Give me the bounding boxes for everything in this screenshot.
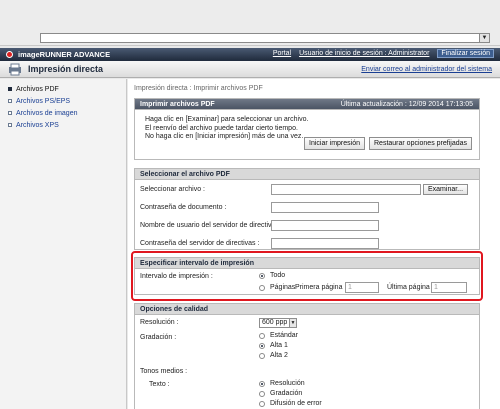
bullet-icon <box>8 87 12 91</box>
sidebar-item-label: Archivos de imagen <box>16 109 78 117</box>
resolution-label: Resolución : <box>140 319 179 326</box>
print-panel-title: Imprimir archivos PDF <box>140 101 215 108</box>
breadcrumb: Impresión directa : Imprimir archivos PD… <box>134 85 263 92</box>
doc-password-label: Contraseña de documento : <box>140 204 227 211</box>
doc-password-input[interactable] <box>271 202 379 213</box>
portal-link[interactable]: Portal <box>273 50 291 57</box>
sidebar: Archivos PDF Archivos PS/EPS Archivos de… <box>0 79 127 409</box>
sidebar-item-ps-eps[interactable]: Archivos PS/EPS <box>0 95 126 107</box>
gradation-high2-radio[interactable] <box>259 353 265 359</box>
select-file-header: Seleccionar el archivo PDF <box>135 169 479 180</box>
resolution-select[interactable]: 600 ppp ▼ <box>259 318 297 328</box>
header-links: Portal Usuario de inicio de sesión : Adm… <box>267 49 494 58</box>
gradation-high1-radio[interactable] <box>259 343 265 349</box>
brand-bar: imageRUNNER ADVANCE Portal Usuario de in… <box>0 48 500 61</box>
print-panel-header: Imprimir archivos PDF Última actualizaci… <box>135 99 479 110</box>
print-panel: Imprimir archivos PDF Última actualizaci… <box>134 98 480 160</box>
sidebar-item-pdf[interactable]: Archivos PDF <box>0 83 126 95</box>
select-file-panel: Seleccionar el archivo PDF Seleccionar a… <box>134 168 480 250</box>
text-resolution-radio[interactable] <box>259 381 265 387</box>
info-line: El reenvío del archivo puede tardar cier… <box>145 124 298 132</box>
text-gradation-radio[interactable] <box>259 391 265 397</box>
print-button-row: Iniciar impresión Restaurar opciones pre… <box>304 137 472 150</box>
file-path-input[interactable] <box>271 184 421 195</box>
sidebar-item-label: Archivos PDF <box>16 85 59 93</box>
quality-panel: Opciones de calidad Resolución : 600 ppp… <box>134 303 480 409</box>
gradation-high2-label: Alta 2 <box>270 352 288 359</box>
sidebar-item-xps[interactable]: Archivos XPS <box>0 119 126 131</box>
quality-header: Opciones de calidad <box>135 304 479 315</box>
gradation-standard-label: Estándar <box>270 332 299 339</box>
browse-button[interactable]: Examinar... <box>423 184 469 195</box>
main-content: Impresión directa : Imprimir archivos PD… <box>128 79 500 409</box>
gradation-label: Gradación : <box>140 334 177 341</box>
browser-toolbar: ▼ <box>0 0 500 46</box>
gradation-high1-label: Alta 1 <box>270 342 288 349</box>
resolution-value: 600 ppp <box>262 319 288 326</box>
policy-user-input[interactable] <box>271 220 379 231</box>
highlight-box <box>131 251 483 301</box>
text-resolution-label: Resolución <box>270 380 305 387</box>
start-print-button[interactable]: Iniciar impresión <box>304 137 365 150</box>
sidebar-item-label: Archivos PS/EPS <box>16 97 71 105</box>
policy-password-label: Contraseña del servidor de directivas : <box>140 240 260 247</box>
mail-admin-link[interactable]: Enviar correo al administrador del siste… <box>361 66 492 73</box>
sidebar-item-images[interactable]: Archivos de imagen <box>0 107 126 119</box>
file-label: Seleccionar archivo : <box>140 186 205 193</box>
policy-user-label: Nombre de usuario del servidor de direct… <box>140 222 283 229</box>
policy-password-input[interactable] <box>271 238 379 249</box>
chevron-down-icon: ▼ <box>289 319 296 327</box>
last-update: Última actualización : 12/09 2014 17:13:… <box>340 101 473 108</box>
bullet-icon <box>8 111 12 115</box>
text-error-diffusion-label: Difusión de error <box>270 400 322 407</box>
sidebar-item-label: Archivos XPS <box>16 121 59 129</box>
print-info: Haga clic en [Examinar] para seleccionar… <box>135 110 479 156</box>
bullet-icon <box>8 123 12 127</box>
logout-button[interactable]: Finalizar sesión <box>437 49 494 58</box>
gradation-standard-radio[interactable] <box>259 333 265 339</box>
page-titlebar: Impresión directa Enviar correo al admin… <box>0 61 500 78</box>
canon-logo-icon <box>6 51 13 58</box>
address-bar[interactable]: ▼ <box>40 33 490 43</box>
text-gradation-label: Gradación <box>270 390 303 397</box>
info-line: Haga clic en [Examinar] para seleccionar… <box>145 116 309 123</box>
bullet-icon <box>8 99 12 103</box>
text-error-diffusion-radio[interactable] <box>259 401 265 407</box>
login-user-link[interactable]: Usuario de inicio de sesión : Administra… <box>299 50 429 57</box>
printer-icon <box>9 63 21 76</box>
chevron-down-icon[interactable]: ▼ <box>479 34 489 42</box>
halftone-label: Tonos medios : <box>140 368 188 375</box>
restore-defaults-button[interactable]: Restaurar opciones prefijadas <box>369 137 472 150</box>
page-title: Impresión directa <box>28 64 104 74</box>
brand-name: imageRUNNER ADVANCE <box>18 50 111 59</box>
text-label: Texto : <box>149 381 170 388</box>
